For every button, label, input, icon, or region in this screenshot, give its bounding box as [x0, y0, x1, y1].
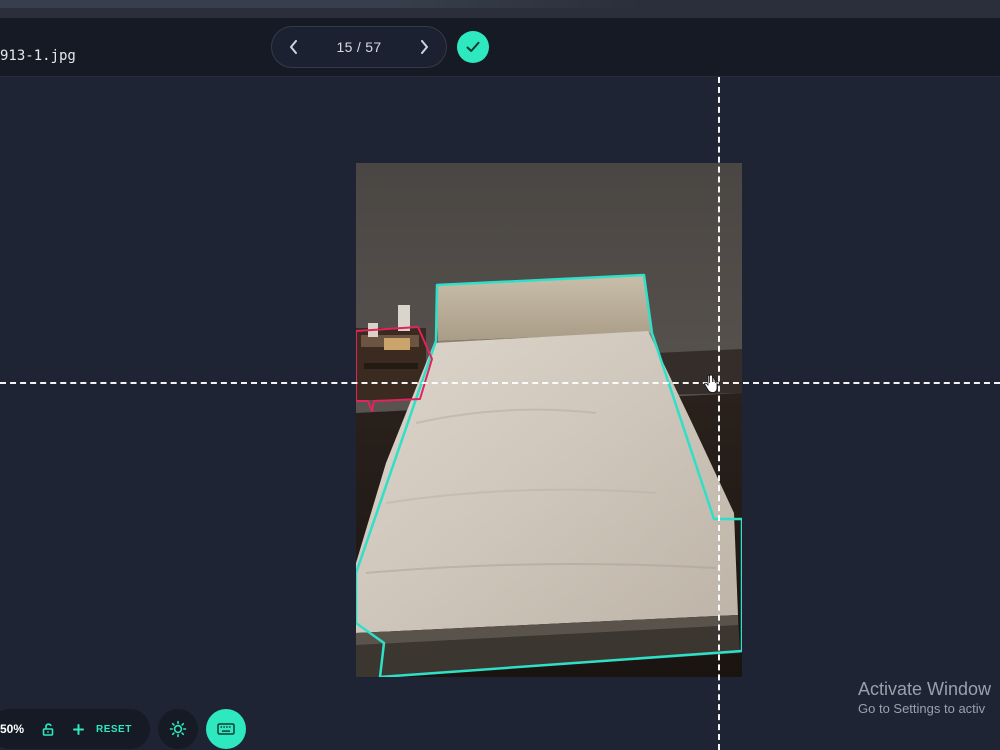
- windows-activation-watermark: Activate Window Go to Settings to activ: [858, 678, 991, 718]
- confirm-button[interactable]: [457, 31, 489, 63]
- hand-cursor-icon: [704, 374, 718, 393]
- crosshair-vertical: [718, 77, 720, 750]
- chevron-right-icon: [420, 40, 428, 54]
- brightness-button[interactable]: [158, 709, 198, 749]
- bedroom-photo: [356, 163, 742, 677]
- check-icon: [466, 41, 480, 52]
- watermark-subtitle: Go to Settings to activ: [858, 701, 986, 716]
- chevron-left-icon: [290, 40, 297, 54]
- plus-icon: [72, 723, 84, 735]
- zoom-in-button[interactable]: [70, 721, 86, 737]
- annotation-canvas[interactable]: [0, 77, 1000, 750]
- prev-image-button[interactable]: [284, 37, 304, 57]
- keyboard-icon: [217, 723, 235, 735]
- crosshair-horizontal: [0, 382, 1000, 384]
- browser-url-strip: [0, 0, 1000, 19]
- unlock-icon: [42, 722, 53, 736]
- reset-zoom-button[interactable]: RESET: [96, 724, 132, 735]
- keyboard-shortcuts-button[interactable]: [206, 709, 246, 749]
- image-filename: 913-1.jpg: [0, 48, 76, 64]
- next-image-button[interactable]: [414, 37, 434, 57]
- lock-toggle-button[interactable]: [40, 721, 56, 737]
- zoom-level: 50%: [0, 722, 25, 736]
- top-toolbar: [0, 18, 1000, 77]
- zoom-controls: 50% RESET: [0, 709, 150, 749]
- image-counter: 15 / 57: [336, 39, 382, 55]
- watermark-title: Activate Window: [858, 679, 992, 699]
- image-pager: 15 / 57: [271, 26, 447, 68]
- sun-icon: [169, 720, 187, 738]
- url-fragment: [0, 0, 640, 8]
- annotated-photo: [356, 163, 742, 677]
